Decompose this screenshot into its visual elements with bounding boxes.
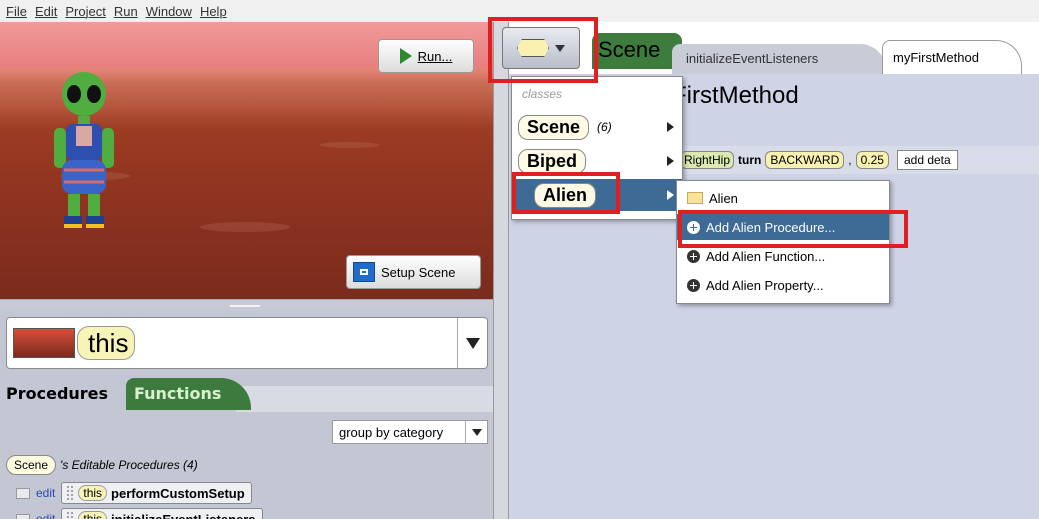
plus-circle-icon: [687, 278, 700, 292]
tab-functions-label: Functions: [134, 384, 222, 403]
menu-window[interactable]: Window: [146, 4, 192, 19]
chevron-down-icon[interactable]: [465, 421, 487, 443]
procedure-row[interactable]: edit this initializeEventListeners: [16, 508, 263, 519]
drag-grip-icon[interactable]: [66, 485, 75, 501]
ground-texture: [320, 142, 380, 148]
edit-link[interactable]: edit: [36, 486, 55, 500]
tab-initialize-event-listeners[interactable]: initializeEventListeners: [672, 44, 886, 74]
tab-my-first-method[interactable]: myFirstMethod: [882, 40, 1022, 74]
alien-character[interactable]: [50, 66, 118, 236]
scene-type-chip: Scene: [6, 455, 57, 475]
class-label: Scene: [518, 114, 590, 140]
menu-project[interactable]: Project: [65, 4, 105, 19]
menu-edit[interactable]: Edit: [35, 4, 57, 19]
statement-row[interactable]: RightHip turn BACKWARD , 0.25 add deta: [680, 146, 1039, 174]
folder-icon: [16, 487, 30, 499]
submenu-arrow-icon: [667, 122, 674, 132]
group-by-select[interactable]: group by category: [332, 420, 488, 444]
ground-texture: [200, 222, 290, 232]
setup-scene-button[interactable]: Setup Scene: [346, 255, 481, 289]
highlight-add-procedure: [678, 210, 908, 248]
amount-chip[interactable]: 0.25: [855, 151, 889, 169]
method-title: FirstMethod: [672, 82, 799, 109]
scene-thumbnail: [13, 328, 75, 358]
submenu-item-label: Add Alien Function...: [706, 248, 826, 264]
left-tab-strip: Functions Procedures: [0, 378, 493, 412]
run-label: Run...: [417, 48, 453, 64]
drag-grip-icon[interactable]: [66, 511, 75, 519]
joint-chip[interactable]: RightHip: [680, 151, 735, 169]
comma-separator: ,: [848, 153, 852, 167]
vertical-splitter[interactable]: [493, 22, 509, 519]
procedure-name: initializeEventListeners: [111, 511, 256, 519]
add-detail-button[interactable]: add deta: [896, 150, 958, 170]
class-count: (6): [597, 120, 612, 134]
procedure-tile[interactable]: this performCustomSetup: [61, 482, 252, 504]
menu-file[interactable]: File: [6, 4, 27, 19]
menu-run[interactable]: Run: [114, 4, 138, 19]
folder-icon: [16, 513, 30, 519]
submenu-arrow-icon: [667, 156, 674, 166]
plus-circle-icon: [687, 249, 700, 263]
procedure-name: performCustomSetup: [111, 485, 245, 501]
tab-procedures[interactable]: Procedures: [0, 378, 119, 410]
dropdown-arrow-icon[interactable]: [457, 318, 487, 368]
direction-chip[interactable]: BACKWARD: [765, 151, 845, 169]
highlight-alien-item: [512, 172, 620, 214]
fullscreen-icon: [353, 262, 375, 282]
procedure-row[interactable]: edit this performCustomSetup: [16, 482, 252, 504]
play-icon: [399, 48, 412, 64]
run-button[interactable]: Run...: [378, 39, 474, 73]
menu-item-scene[interactable]: Scene (6): [512, 111, 682, 143]
class-label: Biped: [518, 148, 587, 174]
instance-selector[interactable]: this: [6, 317, 488, 369]
folder-label: Alien: [709, 190, 738, 206]
folder-icon: [687, 192, 703, 204]
submenu-item-add-property[interactable]: Add Alien Property...: [677, 272, 889, 298]
submenu-item-alien-folder[interactable]: Alien: [677, 185, 889, 211]
classes-caption: classes: [522, 87, 563, 101]
submenu-arrow-icon: [667, 190, 674, 200]
editable-procedures-header: Scene 's Editable Procedures (4): [6, 455, 198, 475]
highlight-class-button: [488, 17, 598, 83]
instance-value: this: [77, 326, 136, 360]
tab-functions[interactable]: Functions: [126, 378, 252, 410]
submenu-item-label: Add Alien Property...: [706, 277, 824, 293]
edit-link[interactable]: edit: [36, 512, 55, 519]
horizontal-splitter[interactable]: [0, 299, 493, 311]
scene-viewport[interactable]: Run... Setup Scene: [0, 22, 493, 299]
tab-scene[interactable]: Scene: [592, 33, 682, 69]
this-chip: this: [78, 485, 108, 501]
group-by-value: group by category: [339, 424, 444, 440]
tab-strip-fill: [236, 386, 493, 412]
menu-help[interactable]: Help: [200, 4, 227, 19]
this-chip: this: [78, 511, 108, 519]
statement-verb: turn: [738, 153, 762, 167]
procedure-tile[interactable]: this initializeEventListeners: [61, 508, 263, 519]
setup-scene-label: Setup Scene: [381, 264, 456, 280]
editable-procedures-text: 's Editable Procedures (4): [60, 458, 198, 472]
